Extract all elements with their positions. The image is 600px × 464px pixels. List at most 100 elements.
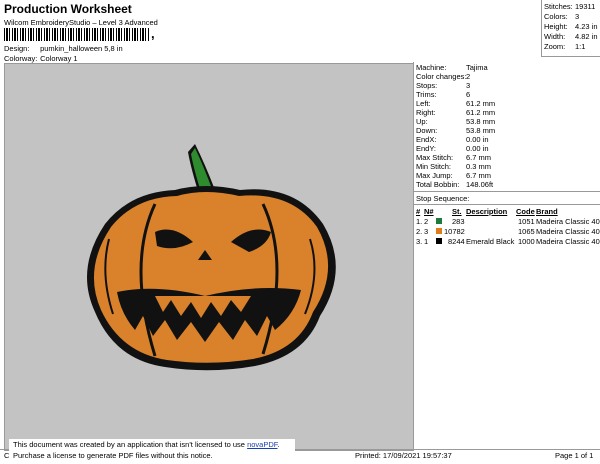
row-needle: 1 <box>424 237 429 246</box>
row-num: 1. <box>416 217 423 226</box>
notice-period: . <box>277 440 280 449</box>
color-changes-row: Color changes: 2 <box>416 72 470 81</box>
colorway-row: Colorway: Colorway 1 <box>4 54 78 63</box>
max-jump-label: Max Jump: <box>416 171 453 180</box>
row-code: 1051 <box>518 217 535 226</box>
max-stitch-row: Max Stitch: 6.7 mm <box>416 153 491 162</box>
left-label: Left: <box>416 99 431 108</box>
endx-row: EndX: 0.00 in <box>416 135 489 144</box>
stop-sequence-title: Stop Sequence: <box>416 194 470 203</box>
min-stitch-label: Min Stitch: <box>416 162 452 171</box>
divider <box>414 204 600 205</box>
up-row: Up: 53.8 mm <box>416 117 495 126</box>
trims-label: Trims: <box>416 90 437 99</box>
up-label: Up: <box>416 117 428 126</box>
endy-row: EndY: 0.00 in <box>416 144 489 153</box>
row-brand: Madeira Classic 40 <box>536 217 600 226</box>
trims-value: 6 <box>466 90 471 99</box>
row-num: 2. <box>416 227 423 236</box>
design-preview <box>4 63 414 451</box>
pumpkin-illustration <box>87 144 336 371</box>
row-needle: 3 <box>424 227 429 236</box>
total-bobbin-row: Total Bobbin: 148.06ft <box>416 180 493 189</box>
min-stitch-row: Min Stitch: 0.3 mm <box>416 162 491 171</box>
zoom-row: Zoom: 1:1 <box>544 42 585 51</box>
notice-text: This document was created by an applicat… <box>13 440 245 449</box>
row-stitches: 8244 <box>448 237 465 246</box>
novapdf-link[interactable]: novaPDF <box>247 440 277 449</box>
left-row: Left: 61.2 mm <box>416 99 495 108</box>
stitches-row: Stitches: 19311 <box>544 2 595 11</box>
summary-box: Stitches: 19311 Colors: 3 Height: 4.23 in W… <box>541 0 600 57</box>
col-header-code: Code <box>516 207 535 216</box>
endy-value: 0.00 in <box>466 144 489 153</box>
height-value: 4.23 in <box>575 22 598 31</box>
endx-label: EndX: <box>416 135 437 144</box>
right-row: Right: 61.2 mm <box>416 108 495 117</box>
max-stitch-label: Max Stitch: <box>416 153 454 162</box>
color-swatch <box>436 228 442 234</box>
col-header-needle: N# <box>424 207 434 216</box>
design-value: pumkin_halloween 5,8 in <box>40 44 123 53</box>
software-subtitle: Wilcom EmbroideryStudio – Level 3 Advanc… <box>4 18 158 27</box>
height-label: Height: <box>544 22 568 31</box>
max-jump-row: Max Jump: 6.7 mm <box>416 171 491 180</box>
notice-text-2: Purchase a license to generate PDF files… <box>13 451 213 460</box>
row-code: 1065 <box>518 227 535 236</box>
stitches-label: Stitches: <box>544 2 573 11</box>
endx-value: 0.00 in <box>466 135 489 144</box>
trims-row: Trims: 6 <box>416 90 470 99</box>
page-title: Production Worksheet <box>4 2 132 16</box>
colors-row: Colors: 3 <box>544 12 579 21</box>
width-label: Width: <box>544 32 566 41</box>
colorway-label: Colorway: <box>4 54 38 63</box>
pumpkin-body <box>93 192 329 363</box>
design-label: Design: <box>4 44 30 53</box>
machine-label: Machine: <box>416 63 447 72</box>
width-row: Width: 4.82 in <box>544 32 598 41</box>
barcode <box>4 28 150 41</box>
page-number: Page 1 of 1 <box>555 451 594 460</box>
row-brand: Madeira Classic 40 <box>536 237 600 246</box>
col-header-brand: Brand <box>536 207 558 216</box>
total-bobbin-label: Total Bobbin: <box>416 180 460 189</box>
machine-value: Tajima <box>466 63 488 72</box>
color-swatch <box>436 218 442 224</box>
row-needle: 2 <box>424 217 429 226</box>
stops-label: Stops: <box>416 81 438 90</box>
row-code: 1000 <box>518 237 535 246</box>
stitches-value: 19311 <box>575 2 596 11</box>
colors-value: 3 <box>575 12 580 21</box>
colorway-value: Colorway 1 <box>40 54 78 63</box>
down-row: Down: 53.8 mm <box>416 126 495 135</box>
stops-row: Stops: 3 <box>416 81 470 90</box>
row-description: Emerald Black <box>466 237 515 246</box>
height-row: Height: 4.23 in <box>544 22 598 31</box>
row-brand: Madeira Classic 40 <box>536 227 600 236</box>
license-notice: This document was created by an applicat… <box>9 439 295 463</box>
left-value: 61.2 mm <box>466 99 496 108</box>
stops-value: 3 <box>466 81 471 90</box>
color-swatch <box>436 238 442 244</box>
width-value: 4.82 in <box>575 32 598 41</box>
color-changes-value: 2 <box>466 72 471 81</box>
machine-info-panel: Machine: Tajima Color changes: 2 Stops: 3 T… <box>413 62 600 448</box>
divider <box>414 191 600 192</box>
min-stitch-value: 0.3 mm <box>466 162 492 171</box>
row-num: 3. <box>416 237 423 246</box>
max-stitch-value: 6.7 mm <box>466 153 492 162</box>
row-stitches: 10782 <box>444 227 465 236</box>
up-value: 53.8 mm <box>466 117 496 126</box>
color-changes-label: Color changes: <box>416 72 467 81</box>
total-bobbin-value: 148.06ft <box>466 180 494 189</box>
zoom-value: 1:1 <box>575 42 586 51</box>
down-value: 53.8 mm <box>466 126 496 135</box>
max-jump-value: 6.7 mm <box>466 171 492 180</box>
right-label: Right: <box>416 108 436 117</box>
colors-label: Colors: <box>544 12 568 21</box>
printed-timestamp: Printed: 17/09/2021 19:57:37 <box>355 451 452 460</box>
down-label: Down: <box>416 126 438 135</box>
col-header-num: # <box>416 207 421 216</box>
endy-label: EndY: <box>416 144 437 153</box>
right-value: 61.2 mm <box>466 108 496 117</box>
